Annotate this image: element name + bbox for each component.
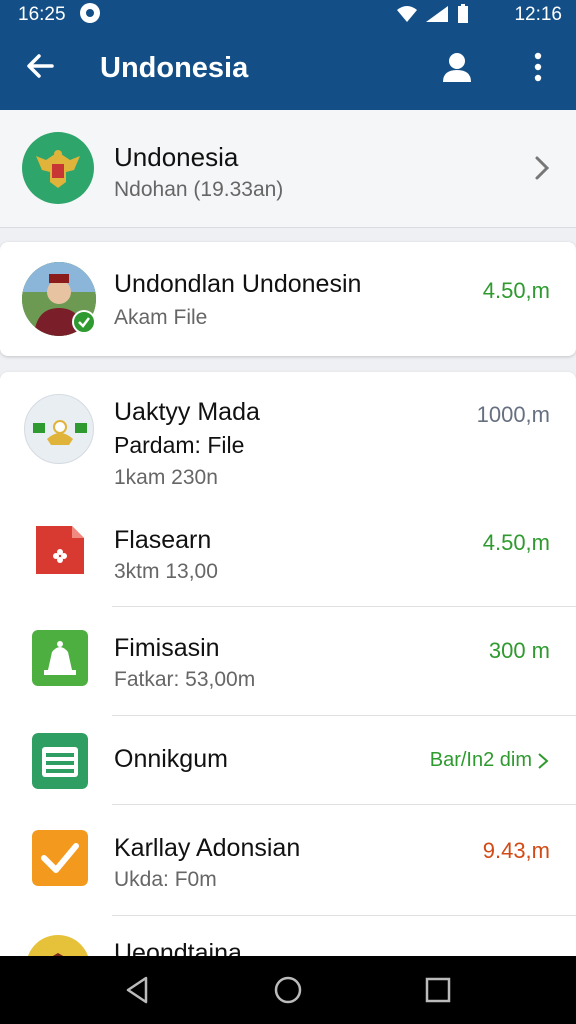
home-circle-icon[interactable] bbox=[272, 974, 304, 1006]
file-icon bbox=[36, 526, 84, 574]
divider bbox=[112, 915, 576, 916]
list-item[interactable]: Karllay Adonsian Ukda: F0m 9.43,m bbox=[0, 806, 576, 914]
header-card[interactable]: Undonesia Ndohan (19.33an) bbox=[0, 110, 576, 228]
item-title: Karllay Adonsian bbox=[114, 834, 301, 862]
item-subtitle: Pardam: File bbox=[114, 432, 245, 458]
battery-icon bbox=[458, 4, 468, 23]
item-amount: 1000,m bbox=[476, 402, 550, 427]
item-title: Fimisasin bbox=[114, 634, 220, 662]
chevron-right-icon[interactable] bbox=[532, 154, 552, 182]
status-icons bbox=[396, 4, 470, 24]
chevron-right-icon[interactable] bbox=[536, 751, 550, 771]
emblem-avatar bbox=[24, 394, 94, 464]
item-subtitle: Fatkar: 53,00m bbox=[114, 668, 256, 691]
list-item[interactable]: Onnikgum Bar/In2 dim bbox=[0, 717, 576, 803]
item-amount: Bar/In2 dim bbox=[429, 749, 532, 771]
item-title: Flasearn bbox=[114, 526, 212, 554]
status-time-right: 12:16 bbox=[514, 4, 562, 25]
divider bbox=[112, 715, 576, 716]
profile-title: Undondlan Undonesin bbox=[114, 270, 362, 298]
system-nav-bar bbox=[0, 956, 576, 1024]
verified-badge-icon bbox=[72, 310, 96, 334]
list-item[interactable]: Fimisasin Fatkar: 53,00m 300 m bbox=[0, 608, 576, 714]
list-item[interactable]: Uaktyy Mada Pardam: File 1kam 230n 1000,… bbox=[0, 372, 576, 496]
item-subtitle: Ukda: F0m bbox=[114, 868, 217, 891]
list-item[interactable]: Flasearn 3ktm 13,00 4.50,m bbox=[0, 506, 576, 606]
wifi-icon bbox=[397, 6, 417, 22]
status-time-left: 16:25 bbox=[18, 4, 66, 25]
signal-icon bbox=[426, 6, 448, 22]
more-vert-icon[interactable] bbox=[526, 50, 550, 84]
profile-subtitle: Akam File bbox=[114, 306, 208, 329]
item-title: Onnikgum bbox=[114, 745, 228, 773]
notification-icon bbox=[80, 3, 100, 23]
bell-icon bbox=[32, 630, 88, 686]
item-amount: 4.50,m bbox=[482, 530, 550, 555]
item-amount: 9.43,m bbox=[482, 838, 550, 863]
item-title: Uaktyy Mada bbox=[114, 398, 260, 426]
app-bar: Undonesia bbox=[0, 28, 576, 110]
divider bbox=[112, 606, 576, 607]
back-triangle-icon[interactable] bbox=[122, 974, 154, 1006]
header-title: Undonesia bbox=[114, 142, 239, 172]
header-subtitle: Ndohan (19.33an) bbox=[114, 178, 284, 201]
emblem-icon bbox=[33, 420, 87, 445]
transactions-list: Uaktyy Mada Pardam: File 1kam 230n 1000,… bbox=[0, 372, 576, 962]
back-arrow-icon[interactable] bbox=[24, 50, 56, 82]
check-icon bbox=[32, 830, 88, 886]
account-icon[interactable] bbox=[440, 50, 474, 84]
page-title: Undonesia bbox=[100, 52, 249, 84]
emblem-avatar bbox=[22, 132, 94, 204]
profile-card[interactable]: Undondlan Undonesin Akam File 4.50,m bbox=[0, 242, 576, 356]
status-bar: 16:25 12:16 bbox=[0, 0, 576, 28]
item-meta: 1kam 230n bbox=[114, 466, 218, 489]
item-amount: 300 m bbox=[488, 638, 550, 663]
calendar-icon bbox=[32, 733, 88, 789]
garuda-emblem-icon bbox=[36, 150, 80, 188]
profile-amount: 4.50,m bbox=[482, 278, 550, 303]
recents-square-icon[interactable] bbox=[422, 974, 454, 1006]
item-subtitle: 3ktm 13,00 bbox=[114, 560, 218, 583]
divider bbox=[112, 804, 576, 805]
